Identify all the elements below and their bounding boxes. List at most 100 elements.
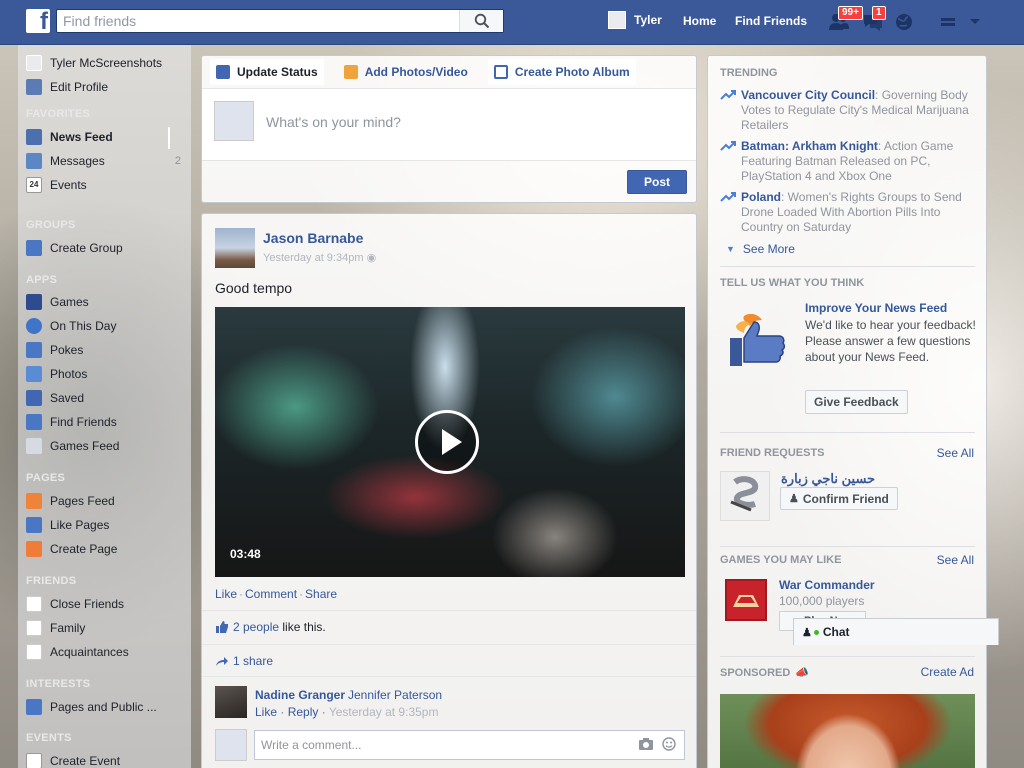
sidebar-item-acquaintances[interactable]: Acquaintances bbox=[26, 642, 129, 662]
composer-tabs: Update Status Add Photos/Video Create Ph… bbox=[202, 56, 696, 89]
comment-link[interactable]: Comment bbox=[245, 587, 297, 601]
album-icon bbox=[493, 65, 508, 79]
composer-body[interactable]: What's on your mind? bbox=[202, 89, 696, 161]
add-friend-icon: ♟ bbox=[789, 493, 799, 505]
tab-add-photos-video[interactable]: Add Photos/Video bbox=[338, 59, 474, 85]
see-all-friend-requests[interactable]: See All bbox=[937, 446, 974, 460]
search-input[interactable] bbox=[57, 10, 459, 32]
game-players: 100,000 players bbox=[779, 594, 865, 608]
search-box bbox=[56, 9, 504, 33]
emoji-icon[interactable] bbox=[662, 737, 676, 754]
friend-requests-icon[interactable]: 99+ bbox=[828, 6, 863, 32]
feedback-text: We'd like to hear your feedback! Please … bbox=[805, 318, 976, 364]
see-more-link[interactable]: ▼ See More bbox=[726, 242, 795, 256]
create-ad-link[interactable]: Create Ad bbox=[921, 665, 974, 679]
camera-icon[interactable] bbox=[638, 737, 654, 754]
sidebar-item-pages-feed[interactable]: Pages Feed bbox=[26, 491, 115, 511]
facebook-logo[interactable]: f bbox=[26, 9, 50, 34]
sidebar-item-pages-public[interactable]: Pages and Public ... bbox=[26, 697, 157, 717]
trending-header: TRENDING bbox=[720, 67, 778, 79]
likes-link[interactable]: 2 people bbox=[233, 620, 279, 634]
find-friends-icon bbox=[26, 414, 42, 430]
like-link[interactable]: Like bbox=[215, 587, 237, 601]
nav-find-friends[interactable]: Find Friends bbox=[735, 14, 807, 28]
sidebar-item-like-pages[interactable]: Like Pages bbox=[26, 515, 109, 535]
sidebar-item-close-friends[interactable]: Close Friends bbox=[26, 594, 124, 614]
post-actions: Like · Comment · Share bbox=[215, 587, 338, 601]
chat-bar[interactable]: ♟ Chat bbox=[793, 618, 999, 645]
sidebar-item-label: Create Page bbox=[50, 542, 118, 556]
sidebar-item-saved[interactable]: Saved bbox=[26, 388, 84, 408]
search-button[interactable] bbox=[459, 10, 503, 32]
comment-time[interactable]: Yesterday at 9:35pm bbox=[329, 705, 439, 719]
composer-input[interactable]: What's on your mind? bbox=[266, 114, 401, 130]
section-apps: APPS bbox=[26, 274, 58, 286]
post-button[interactable]: Post bbox=[627, 170, 687, 194]
comment-tagged-person[interactable]: Jennifer Paterson bbox=[348, 688, 442, 702]
sidebar-item-news-feed[interactable]: News Feed bbox=[26, 127, 113, 147]
privacy-shortcuts-icon[interactable] bbox=[940, 12, 962, 32]
trending-item[interactable]: Batman: Arkham Knight: Action Game Featu… bbox=[720, 139, 975, 184]
calendar-icon: 24 bbox=[26, 177, 42, 193]
messages-icon[interactable]: 1 bbox=[862, 6, 886, 32]
comment-avatar[interactable] bbox=[215, 686, 247, 718]
account-menu-chevron-down-icon[interactable] bbox=[968, 15, 990, 35]
trending-topic[interactable]: Batman: Arkham Knight bbox=[741, 139, 878, 153]
nav-home[interactable]: Home bbox=[683, 14, 716, 28]
comment-like-link[interactable]: Like bbox=[255, 705, 277, 719]
feedback-promo: Improve Your News Feed We'd like to hear… bbox=[805, 300, 977, 365]
sidebar-item-messages[interactable]: Messages bbox=[26, 151, 105, 171]
sidebar-item-photos[interactable]: Photos bbox=[26, 364, 87, 384]
sidebar-item-find-friends[interactable]: Find Friends bbox=[26, 412, 117, 432]
create-page-icon bbox=[26, 541, 42, 557]
give-feedback-button[interactable]: Give Feedback bbox=[805, 390, 908, 414]
comment-input[interactable]: Write a comment... bbox=[254, 730, 685, 760]
post-timestamp[interactable]: Yesterday at 9:34pm ◉ bbox=[263, 251, 376, 264]
video-player[interactable]: 03:48 bbox=[215, 307, 685, 577]
trending-arrow-icon bbox=[720, 90, 736, 100]
feedback-title[interactable]: Improve Your News Feed bbox=[805, 300, 977, 316]
pencil-icon bbox=[216, 65, 230, 79]
trending-topic[interactable]: Poland bbox=[741, 190, 781, 204]
photo-icon bbox=[343, 65, 358, 79]
sidebar-item-create-group[interactable]: Create Group bbox=[26, 238, 123, 258]
trending-item[interactable]: Poland: Women's Rights Groups to Send Dr… bbox=[720, 190, 975, 235]
sidebar-item-games[interactable]: Games bbox=[26, 292, 89, 312]
sidebar-item-profile[interactable]: Tyler McScreenshots bbox=[26, 53, 162, 73]
sidebar-item-create-event[interactable]: Create Event bbox=[26, 751, 120, 768]
post-author[interactable]: Jason Barnabe bbox=[263, 230, 363, 246]
notifications-globe-icon[interactable] bbox=[894, 12, 916, 32]
trending-topic[interactable]: Vancouver City Council bbox=[741, 88, 875, 102]
share-icon bbox=[216, 657, 228, 666]
share-link[interactable]: Share bbox=[305, 587, 337, 601]
sidebar-item-edit-profile[interactable]: Edit Profile bbox=[26, 77, 108, 97]
sidebar-item-games-feed[interactable]: Games Feed bbox=[26, 436, 119, 456]
confirm-friend-button[interactable]: ♟ Confirm Friend bbox=[780, 487, 898, 510]
sidebar-item-pokes[interactable]: Pokes bbox=[26, 340, 83, 360]
friend-request-avatar[interactable] bbox=[720, 471, 770, 521]
tell-us-header: TELL US WHAT YOU THINK bbox=[720, 277, 865, 289]
sidebar-item-on-this-day[interactable]: On This Day bbox=[26, 316, 116, 336]
nav-profile-link[interactable]: Tyler bbox=[608, 11, 662, 29]
sidebar-item-family[interactable]: Family bbox=[26, 618, 85, 638]
pencil-icon bbox=[26, 79, 42, 95]
play-icon[interactable] bbox=[415, 410, 479, 474]
war-commander-logo[interactable] bbox=[725, 579, 767, 621]
tab-update-status[interactable]: Update Status bbox=[210, 59, 324, 85]
see-all-games[interactable]: See All bbox=[937, 553, 974, 567]
sponsored-label: SPONSORED bbox=[720, 666, 791, 679]
sidebar-item-events[interactable]: 24 Events bbox=[26, 175, 87, 195]
sidebar-item-create-page[interactable]: Create Page bbox=[26, 539, 117, 559]
friend-request-name[interactable]: حسين ناجي زبارة bbox=[781, 471, 875, 487]
comment-author[interactable]: Nadine Granger bbox=[255, 688, 345, 702]
game-name[interactable]: War Commander bbox=[779, 578, 875, 592]
acquaintances-icon bbox=[26, 644, 42, 660]
author-avatar[interactable] bbox=[215, 228, 255, 268]
tab-create-photo-album[interactable]: Create Photo Album bbox=[487, 59, 636, 85]
trending-item[interactable]: Vancouver City Council: Governing Body V… bbox=[720, 88, 975, 133]
shares-summary: 1 share bbox=[215, 654, 273, 668]
divider bbox=[720, 432, 975, 433]
shares-link[interactable]: 1 share bbox=[233, 654, 273, 668]
comment-reply-link[interactable]: Reply bbox=[288, 705, 319, 719]
sponsored-ad-image[interactable] bbox=[720, 694, 975, 768]
